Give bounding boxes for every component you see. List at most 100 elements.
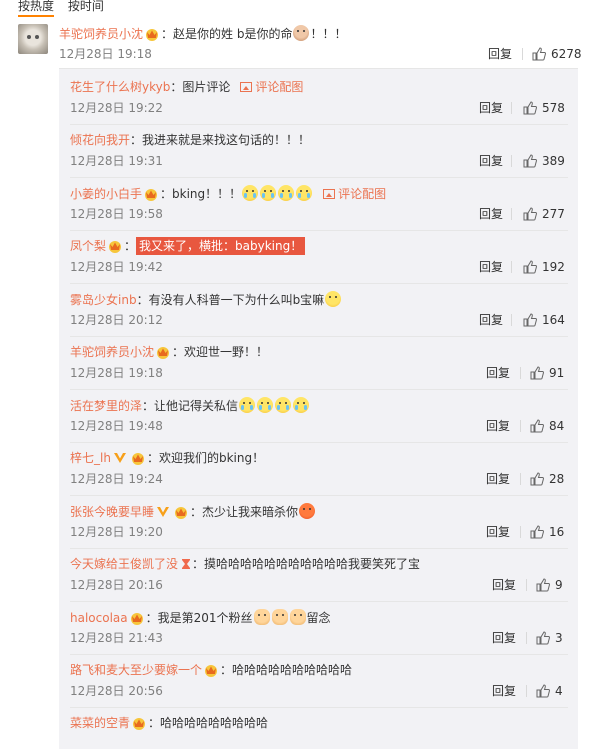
vip-crown-icon (205, 665, 218, 677)
reply-time: 12月28日 19:20 (70, 525, 163, 539)
divider (520, 473, 521, 485)
reply-button[interactable]: 回复 (492, 577, 516, 593)
reply-item: 路飞和麦大至少要嫁一个 ：哈哈哈哈哈哈哈哈哈哈 12月28日 20:56 回复 4 (70, 654, 568, 708)
reply-button[interactable]: 回复 (488, 46, 512, 62)
username-link[interactable]: 路飞和麦大至少要嫁一个 (70, 663, 202, 677)
like-button[interactable]: 389 (523, 153, 565, 169)
username-link[interactable]: 倾花向我开 (70, 133, 130, 147)
like-button[interactable]: 192 (523, 259, 565, 275)
username-link[interactable]: 梓七_lh (70, 451, 111, 465)
username-link[interactable]: 雾岛少女inb (70, 293, 137, 307)
like-count: 6278 (551, 47, 582, 61)
angry-emoji (299, 503, 316, 519)
reply-time: 12月28日 20:56 (70, 684, 163, 698)
reply-button[interactable]: 回复 (486, 524, 510, 540)
reply-button[interactable]: 回复 (479, 100, 503, 116)
vip-crown-icon (146, 29, 159, 41)
username-link[interactable]: halocolaa (70, 611, 128, 625)
avatar[interactable] (18, 24, 48, 54)
reply-time: 12月28日 19:24 (70, 472, 163, 486)
thumbs-up-icon (536, 578, 550, 592)
tab-sort-by-time[interactable]: 按时间 (68, 0, 104, 14)
divider (526, 632, 527, 644)
image-icon (240, 82, 253, 92)
like-button[interactable]: 3 (536, 630, 563, 646)
reply-item: 今天嫁给王俊凯了没 ：摸哈哈哈哈哈哈哈哈哈哈哈我要笑死了宝 12月28日 20:1… (70, 548, 568, 602)
reply-text: ：杰少让我来暗杀你 (190, 505, 299, 519)
vip-crown-icon (145, 189, 158, 201)
monkey-emoji (293, 25, 310, 41)
thumbs-up-icon (530, 366, 544, 380)
reply-item: halocolaa ：我是第201个粉丝 留念 12月28日 21:43 回复 3 (70, 601, 568, 655)
divider (511, 155, 512, 167)
like-button[interactable]: 16 (530, 524, 564, 540)
like-button[interactable]: 4 (536, 683, 563, 699)
username-link[interactable]: 小姜的小白手 (70, 187, 142, 201)
like-button[interactable]: 28 (530, 471, 564, 487)
thumbs-up-icon (523, 260, 537, 274)
reply-time: 12月28日 19:48 (70, 419, 163, 433)
reply-text: ：图片评论 (170, 80, 231, 94)
reply-button[interactable]: 回复 (479, 259, 503, 275)
like-count: 3 (555, 631, 563, 645)
sort-tabs: 按热度 按时间 (18, 0, 114, 17)
reply-text: ：我进来就是来找这句话的！！！ (130, 133, 311, 147)
reply-text-suffix: 留念 (306, 611, 331, 625)
like-button[interactable]: 578 (523, 100, 565, 116)
reply-button[interactable]: 回复 (486, 365, 510, 381)
thumbs-up-icon (536, 631, 550, 645)
reply-button[interactable]: 回复 (479, 206, 503, 222)
reply-item: 菜菜的空青 ：哈哈哈哈哈哈哈哈哈 (70, 707, 568, 730)
like-button[interactable]: 277 (523, 206, 565, 222)
divider (526, 579, 527, 591)
comment-text-suffix: ！！！ (310, 27, 347, 41)
thumbs-up-icon (530, 525, 544, 539)
reply-item: 张张今晚要早睡 ：杰少让我来暗杀你 12月28日 19:20 回复 16 (70, 495, 568, 549)
like-button[interactable]: 6278 (532, 46, 582, 62)
reply-button[interactable]: 回复 (492, 630, 516, 646)
username-link[interactable]: 张张今晚要早睡 (70, 505, 154, 519)
thumbs-up-icon (530, 419, 544, 433)
reply-time: 12月28日 19:31 (70, 154, 163, 168)
reply-item: 梓七_lh ：欢迎我们的bking！ 12月28日 19:24 回复 28 (70, 442, 568, 496)
like-button[interactable]: 84 (530, 418, 564, 434)
reply-text: ： (124, 239, 137, 253)
reply-button[interactable]: 回复 (492, 683, 516, 699)
hourglass-icon (182, 559, 191, 569)
surprised-emoji (325, 291, 342, 307)
tab-sort-by-hot[interactable]: 按热度 (18, 0, 55, 17)
reply-time: 12月28日 19:22 (70, 101, 163, 115)
like-count: 84 (549, 419, 565, 433)
username-link[interactable]: 今天嫁给王俊凯了没 (70, 557, 178, 571)
divider (522, 48, 523, 60)
comment-time: 12月28日 19:18 (59, 47, 152, 61)
username-link[interactable]: 凤个梨 (70, 239, 106, 253)
reply-text: ：我是第201个粉丝 (145, 611, 253, 625)
vip-crown-icon (109, 241, 122, 253)
username-link[interactable]: 活在梦里的泽 (70, 399, 142, 413)
comment-image-link[interactable]: 评论配图 (255, 80, 303, 94)
divider (520, 367, 521, 379)
reply-button[interactable]: 回复 (479, 312, 503, 328)
thumbs-up-icon (532, 47, 546, 61)
like-button[interactable]: 91 (530, 365, 564, 381)
reply-button[interactable]: 回复 (479, 153, 503, 169)
reply-button[interactable]: 回复 (486, 471, 510, 487)
username-link[interactable]: 羊驼饲养员小沈 (70, 345, 154, 359)
reply-time: 12月28日 19:58 (70, 207, 163, 221)
username-link[interactable]: 花生了什么树ykyb (70, 80, 170, 94)
reply-button[interactable]: 回复 (486, 418, 510, 434)
fist-emoji (271, 609, 288, 625)
comment-image-link[interactable]: 评论配图 (338, 187, 386, 201)
reply-item: 凤个梨 ：我又来了，横批：babyking！ 12月28日 19:42 回复 19… (70, 230, 568, 284)
verified-v-icon (157, 507, 170, 517)
thumbs-up-icon (530, 472, 544, 486)
divider (520, 526, 521, 538)
reply-item: 活在梦里的泽：让他记得关私信 12月28日 19:48 回复 84 (70, 389, 568, 443)
like-count: 28 (549, 472, 565, 486)
like-button[interactable]: 164 (523, 312, 565, 328)
like-button[interactable]: 9 (536, 577, 563, 593)
reply-text: ：哈哈哈哈哈哈哈哈哈哈 (220, 663, 353, 677)
like-count: 4 (555, 684, 563, 698)
username-link[interactable]: 羊驼饲养员小沈 (59, 27, 143, 41)
